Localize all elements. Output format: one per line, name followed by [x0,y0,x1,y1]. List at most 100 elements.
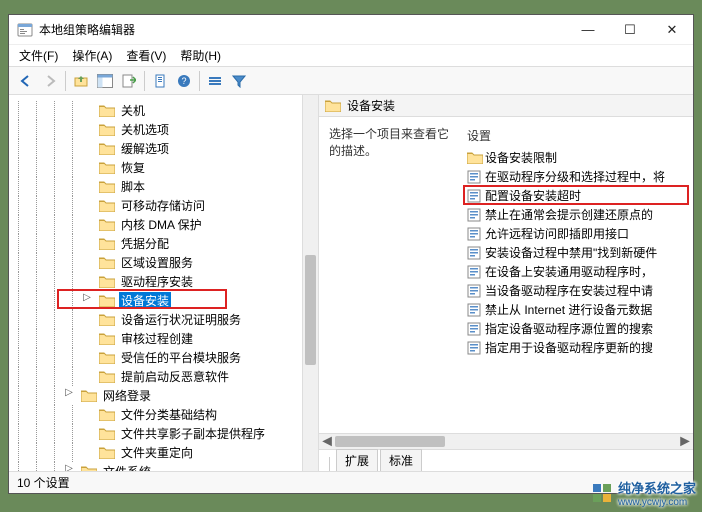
tree-item[interactable]: 审核过程创建 [9,329,302,348]
app-icon [17,22,33,38]
up-button[interactable] [70,70,92,92]
menu-view[interactable]: 查看(V) [124,47,168,64]
settings-item-label: 指定设备驱动程序源位置的搜索 [485,320,653,337]
settings-item-label: 在驱动程序分级和选择过程中，将 [485,168,665,185]
tree-item[interactable]: 文件分类基础结构 [9,405,302,424]
close-button[interactable]: ✕ [651,15,693,45]
tree-label: 网络登录 [101,387,153,404]
settings-item[interactable]: 指定用于设备驱动程序更新的搜 [459,338,693,357]
tree-item[interactable]: 凭据分配 [9,234,302,253]
details-title: 设备安装 [347,97,395,114]
tree-label: 内核 DMA 保护 [119,216,204,233]
tree-item[interactable]: ▷设备安装 [9,291,302,310]
properties-button[interactable] [204,70,226,92]
settings-item[interactable]: 在驱动程序分级和选择过程中，将 [459,167,693,186]
folder-icon [99,123,115,137]
tree-label: 区域设置服务 [119,254,195,271]
tree-vertical-scrollbar[interactable] [302,95,318,471]
folder-icon [99,446,115,460]
menu-help[interactable]: 帮助(H) [178,47,223,64]
tab-extended[interactable]: 扩展 [336,449,378,471]
settings-item-label: 禁止在通常会提示创建还原点的 [485,206,653,223]
folder-icon [99,275,115,289]
tree-label: 审核过程创建 [119,330,195,347]
export-button[interactable] [118,70,140,92]
tree-item[interactable]: 脚本 [9,177,302,196]
tab-standard[interactable]: 标准 [380,449,422,471]
settings-item[interactable]: 安装设备过程中禁用"找到新硬件 [459,243,693,262]
help-button[interactable]: ? [173,70,195,92]
folder-icon [99,313,115,327]
tree-item[interactable]: 恢复 [9,158,302,177]
expander-icon[interactable]: ▷ [81,291,93,303]
settings-item[interactable]: 在设备上安装通用驱动程序时， [459,262,693,281]
settings-subfolder[interactable]: 设备安装限制 [459,148,693,167]
tree-label: 文件系统 [101,463,153,471]
window-title: 本地组策略编辑器 [39,21,567,38]
settings-item-label: 允许远程访问即插即用接口 [485,225,629,242]
settings-header: 设置 [459,123,693,148]
tree-item[interactable]: 内核 DMA 保护 [9,215,302,234]
tree-item[interactable]: 提前启动反恶意软件 [9,367,302,386]
menu-file[interactable]: 文件(F) [17,47,60,64]
expander-icon[interactable]: ▷ [63,386,75,398]
forward-button[interactable] [39,70,61,92]
tree-label: 关机选项 [119,121,171,138]
scroll-right-arrow[interactable]: ► [677,434,693,450]
tree-label: 驱动程序安装 [119,273,195,290]
tree-label: 凭据分配 [119,235,171,252]
setting-icon [467,170,481,184]
refresh-button[interactable] [149,70,171,92]
settings-item[interactable]: 配置设备安装超时 [459,186,693,205]
titlebar: 本地组策略编辑器 — ☐ ✕ [9,15,693,45]
filter-button[interactable] [228,70,250,92]
settings-item-label: 在设备上安装通用驱动程序时， [485,263,653,280]
show-hide-tree-button[interactable] [94,70,116,92]
settings-item[interactable]: 指定设备驱动程序源位置的搜索 [459,319,693,338]
content-area: 关机关机选项缓解选项恢复脚本可移动存储访问内核 DMA 保护凭据分配区域设置服务… [9,95,693,471]
setting-icon [467,303,481,317]
watermark-url: www.ycwjy.com [618,497,696,508]
tree-item[interactable]: 文件共享影子副本提供程序 [9,424,302,443]
folder-icon [99,294,115,308]
folder-icon [99,161,115,175]
back-button[interactable] [15,70,37,92]
tree-item[interactable]: 驱动程序安装 [9,272,302,291]
folder-icon [99,408,115,422]
tree-item[interactable]: 缓解选项 [9,139,302,158]
folder-icon [99,218,115,232]
settings-item[interactable]: 允许远程访问即插即用接口 [459,224,693,243]
minimize-button[interactable]: — [567,15,609,45]
tree-item[interactable]: 关机 [9,101,302,120]
tree-item[interactable]: 可移动存储访问 [9,196,302,215]
tree-label: 提前启动反恶意软件 [119,368,231,385]
watermark-icon [592,483,612,503]
tree-label: 缓解选项 [119,140,171,157]
expander-icon[interactable]: ▷ [63,462,75,471]
settings-item-label: 设备安装限制 [485,149,557,166]
settings-item[interactable]: 当设备驱动程序在安装过程中请 [459,281,693,300]
tree-item[interactable]: 文件夹重定向 [9,443,302,462]
setting-icon [467,322,481,336]
tree-item[interactable]: 区域设置服务 [9,253,302,272]
details-pane: 设备安装 选择一个项目来查看它的描述。 设置 设备安装限制在驱动程序分级和选择过… [319,95,693,471]
tree-item[interactable]: 关机选项 [9,120,302,139]
statusbar: 10 个设置 [9,471,693,493]
settings-item[interactable]: 禁止在通常会提示创建还原点的 [459,205,693,224]
scroll-left-arrow[interactable]: ◄ [319,434,335,450]
maximize-button[interactable]: ☐ [609,15,651,45]
settings-item-label: 指定用于设备驱动程序更新的搜 [485,339,653,356]
tree-label: 文件共享影子副本提供程序 [119,425,267,442]
menu-action[interactable]: 操作(A) [70,47,114,64]
tree-label: 设备运行状况证明服务 [119,311,243,328]
folder-icon [99,180,115,194]
tree-item[interactable]: ▷ 网络登录 [9,386,302,405]
tree-item[interactable]: 设备运行状况证明服务 [9,310,302,329]
tree-item[interactable]: 受信任的平台模块服务 [9,348,302,367]
details-header: 设备安装 [319,95,693,117]
folder-icon [99,332,115,346]
tree-item[interactable]: ▷ 文件系统 [9,462,302,471]
settings-item[interactable]: 禁止从 Internet 进行设备元数据 [459,300,693,319]
details-horizontal-scrollbar[interactable]: ◄ ► [319,433,693,449]
settings-item-label: 禁止从 Internet 进行设备元数据 [485,301,652,318]
